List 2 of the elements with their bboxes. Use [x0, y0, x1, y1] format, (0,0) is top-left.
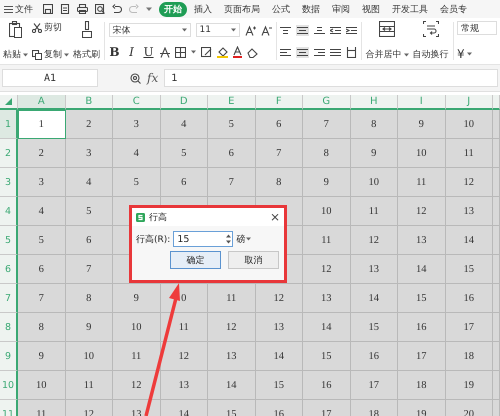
- field-label: 行高(R):: [136, 234, 170, 246]
- dialog-title: 行高: [149, 212, 168, 224]
